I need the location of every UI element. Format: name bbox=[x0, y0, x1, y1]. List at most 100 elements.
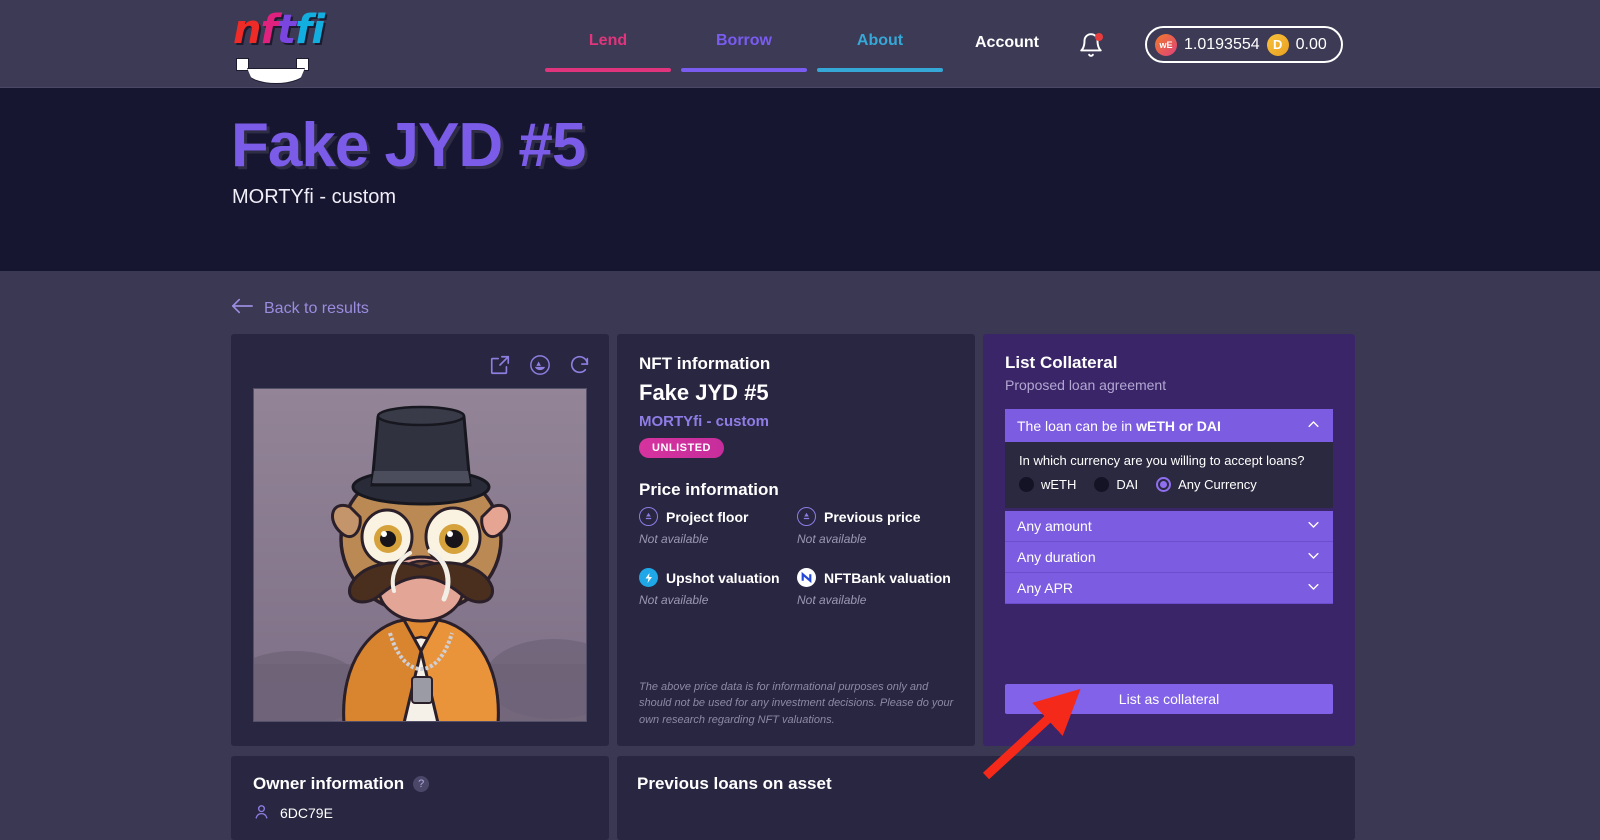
nft-information-title: NFT information bbox=[639, 354, 771, 373]
weth-balance: 1.0193554 bbox=[1184, 35, 1260, 53]
nft-collection-link[interactable]: MORTYfi - custom bbox=[639, 413, 769, 430]
radio-any-currency[interactable]: Any Currency bbox=[1156, 477, 1257, 492]
help-icon[interactable]: ? bbox=[413, 776, 430, 792]
nft-image-card bbox=[231, 334, 609, 746]
upshot-icon bbox=[639, 568, 658, 587]
back-to-results-label: Back to results bbox=[264, 299, 369, 317]
notifications-bell-icon[interactable] bbox=[1078, 32, 1104, 58]
radio-any-currency-dot bbox=[1156, 477, 1172, 492]
back-to-results-link[interactable]: Back to results bbox=[231, 298, 369, 319]
currency-question: In which currency are you willing to acc… bbox=[1019, 453, 1305, 468]
dai-token-icon: D bbox=[1266, 33, 1289, 56]
nav-underline-borrow bbox=[681, 68, 807, 72]
radio-weth-label: wETH bbox=[1041, 477, 1077, 492]
previous-price-value: Not available bbox=[797, 532, 867, 546]
previous-loans-card: Previous loans on asset bbox=[617, 756, 1355, 840]
currency-accordion-body: In which currency are you willing to acc… bbox=[1005, 442, 1333, 508]
logo-smile bbox=[247, 68, 305, 84]
chevron-down-icon bbox=[1306, 548, 1321, 566]
radio-dai-dot bbox=[1094, 477, 1110, 492]
any-amount-label: Any amount bbox=[1017, 518, 1092, 534]
upshot-label: Upshot valuation bbox=[666, 569, 780, 586]
page-subtitle: MORTYfi - custom bbox=[232, 186, 397, 208]
price-item-previous-price: Previous price Not available bbox=[797, 507, 955, 546]
wallet-balance-pill[interactable]: wE 1.0193554 D 0.00 bbox=[1145, 26, 1343, 63]
price-information-title: Price information bbox=[639, 480, 779, 499]
radio-dai[interactable]: DAI bbox=[1094, 477, 1138, 492]
chevron-up-icon bbox=[1306, 417, 1321, 435]
list-collateral-subtitle: Proposed loan agreement bbox=[1005, 377, 1167, 393]
any-duration-label: Any duration bbox=[1017, 549, 1096, 565]
nav-label-about: About bbox=[856, 32, 904, 49]
opensea-icon[interactable] bbox=[529, 354, 551, 376]
price-disclaimer: The above price data is for informationa… bbox=[639, 680, 954, 726]
price-item-nftbank: NFTBank valuation Not available bbox=[797, 568, 955, 607]
list-collateral-card: List Collateral Proposed loan agreement … bbox=[983, 334, 1355, 746]
accordion-any-apr[interactable]: Any APR bbox=[1005, 573, 1333, 604]
logo-eye-left bbox=[236, 58, 249, 71]
chevron-down-icon bbox=[1306, 579, 1321, 597]
owner-information-header: Owner information ? bbox=[253, 774, 430, 794]
project-floor-icon bbox=[639, 507, 658, 526]
currency-radio-group: wETH DAI Any Currency bbox=[1019, 477, 1319, 492]
hero-banner: Fake JYD #5 MORTYfi - custom bbox=[0, 88, 1600, 271]
external-link-icon[interactable] bbox=[489, 354, 511, 376]
radio-any-currency-label: Any Currency bbox=[1178, 477, 1257, 492]
radio-dai-label: DAI bbox=[1116, 477, 1139, 492]
price-item-upshot: Upshot valuation Not available bbox=[639, 568, 797, 607]
price-item-project-floor: Project floor Not available bbox=[639, 507, 797, 546]
dai-balance: 0.00 bbox=[1295, 35, 1327, 53]
owner-address-row[interactable]: 6DC79E bbox=[253, 803, 333, 823]
logo-letter-n: n bbox=[233, 7, 262, 53]
nft-name: Fake JYD #5 bbox=[639, 380, 769, 405]
currency-accordion-header[interactable]: The loan can be in wETH or DAI bbox=[1005, 409, 1333, 442]
nftbank-label: NFTBank valuation bbox=[824, 569, 951, 586]
price-information-grid: Project floor Not available Previous pri… bbox=[639, 507, 955, 607]
nftbank-icon bbox=[797, 568, 816, 587]
owner-information-card: Owner information ? 6DC79E bbox=[231, 756, 609, 840]
project-floor-label: Project floor bbox=[666, 508, 749, 525]
nft-artwork[interactable] bbox=[253, 388, 587, 722]
previous-loans-title: Previous loans on asset bbox=[637, 774, 832, 793]
list-as-collateral-button[interactable]: List as collateral bbox=[1005, 684, 1333, 714]
refresh-icon[interactable] bbox=[569, 354, 591, 376]
radio-weth-dot bbox=[1019, 477, 1034, 492]
project-floor-value: Not available bbox=[639, 532, 709, 546]
arrow-left-icon bbox=[231, 298, 253, 319]
user-icon bbox=[253, 803, 270, 823]
page-title: Fake JYD #5 bbox=[231, 111, 586, 180]
any-apr-label: Any APR bbox=[1017, 580, 1074, 596]
nft-information-card: NFT information Fake JYD #5 MORTYfi - cu… bbox=[617, 334, 975, 746]
logo-letter-t: t bbox=[276, 7, 296, 53]
notification-dot bbox=[1095, 33, 1103, 41]
owner-information-title: Owner information bbox=[253, 774, 405, 793]
nav-item-lend[interactable]: Lend bbox=[540, 32, 676, 72]
logo-letter-fi: fi bbox=[295, 7, 325, 53]
nav-underline-about bbox=[817, 68, 943, 72]
nav-item-borrow[interactable]: Borrow bbox=[676, 32, 812, 72]
currency-accordion-label: The loan can be in wETH or DAI bbox=[1017, 417, 1221, 434]
main-nav: Lend Borrow About bbox=[540, 32, 948, 72]
previous-price-label: Previous price bbox=[824, 508, 921, 525]
top-header: nftfi Lend Borrow About Account wE 1.019… bbox=[0, 0, 1600, 88]
list-collateral-title: List Collateral bbox=[1005, 353, 1118, 372]
nav-underline-lend bbox=[545, 68, 671, 72]
logo-letter-f: f bbox=[260, 7, 277, 53]
upshot-value: Not available bbox=[639, 593, 709, 607]
nav-label-lend: Lend bbox=[588, 32, 628, 49]
previous-price-icon bbox=[797, 507, 816, 526]
radio-weth[interactable]: wETH bbox=[1019, 477, 1076, 492]
accordion-any-duration[interactable]: Any duration bbox=[1005, 542, 1333, 573]
account-link[interactable]: Account bbox=[975, 34, 1039, 52]
nav-item-about[interactable]: About bbox=[812, 32, 948, 72]
nftbank-value: Not available bbox=[797, 593, 867, 607]
nav-label-borrow: Borrow bbox=[716, 32, 772, 49]
nftfi-logo[interactable]: nftfi bbox=[231, 7, 339, 84]
nft-image-actions bbox=[489, 354, 591, 376]
status-badge: UNLISTED bbox=[639, 438, 724, 458]
chevron-down-icon bbox=[1306, 517, 1321, 535]
page-root: nftfi Lend Borrow About Account wE 1.019… bbox=[0, 0, 1600, 840]
accordion-any-amount[interactable]: Any amount bbox=[1005, 511, 1333, 542]
weth-token-icon: wE bbox=[1155, 33, 1177, 56]
owner-address: 6DC79E bbox=[280, 805, 333, 821]
